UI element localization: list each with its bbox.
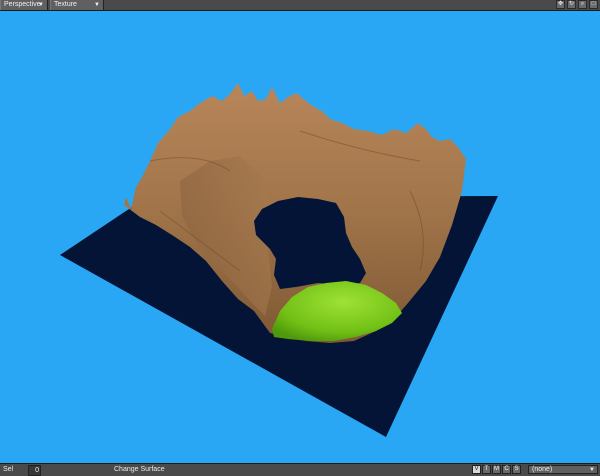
view-mode-label: Perspective xyxy=(4,1,41,8)
render-mode-dropdown[interactable]: Texture ▼ xyxy=(50,0,104,10)
scene-render xyxy=(60,83,498,437)
perspective-viewport[interactable] xyxy=(0,11,600,463)
mode-button-v[interactable]: V xyxy=(472,465,481,474)
selection-mode-buttons: V T M C S xyxy=(472,465,521,474)
view-mode-dropdown[interactable]: Perspective ▼ xyxy=(0,0,48,10)
mode-button-t[interactable]: T xyxy=(482,465,491,474)
viewport-controls: ✥ ↻ ⌕ □ xyxy=(556,0,598,10)
surface-value: (none) xyxy=(532,466,553,473)
move-view-icon[interactable]: ✥ xyxy=(556,0,565,9)
mode-button-c[interactable]: C xyxy=(502,465,511,474)
mode-button-s[interactable]: S xyxy=(512,465,521,474)
chevron-down-icon: ▼ xyxy=(38,2,44,8)
status-bar: Sel 0 Change Surface V T M C S (none) ▼ xyxy=(0,463,600,476)
mode-button-m[interactable]: M xyxy=(492,465,501,474)
render-mode-label: Texture xyxy=(54,1,77,8)
chevron-down-icon: ▼ xyxy=(94,2,100,8)
maximize-view-icon[interactable]: □ xyxy=(589,0,598,9)
selection-count: 0 xyxy=(28,465,41,476)
modeler-window: Perspective ▼ Texture ▼ ✥ ↻ ⌕ □ Sel 0 Ch… xyxy=(0,0,600,476)
rotate-view-icon[interactable]: ↻ xyxy=(567,0,576,9)
surface-dropdown[interactable]: (none) ▼ xyxy=(528,465,598,474)
viewport-header: Perspective ▼ Texture ▼ ✥ ↻ ⌕ □ xyxy=(0,0,600,11)
chevron-down-icon: ▼ xyxy=(589,467,595,473)
status-action-text: Change Surface xyxy=(114,466,165,473)
selection-label: Sel xyxy=(3,466,14,473)
zoom-view-icon[interactable]: ⌕ xyxy=(578,0,587,9)
